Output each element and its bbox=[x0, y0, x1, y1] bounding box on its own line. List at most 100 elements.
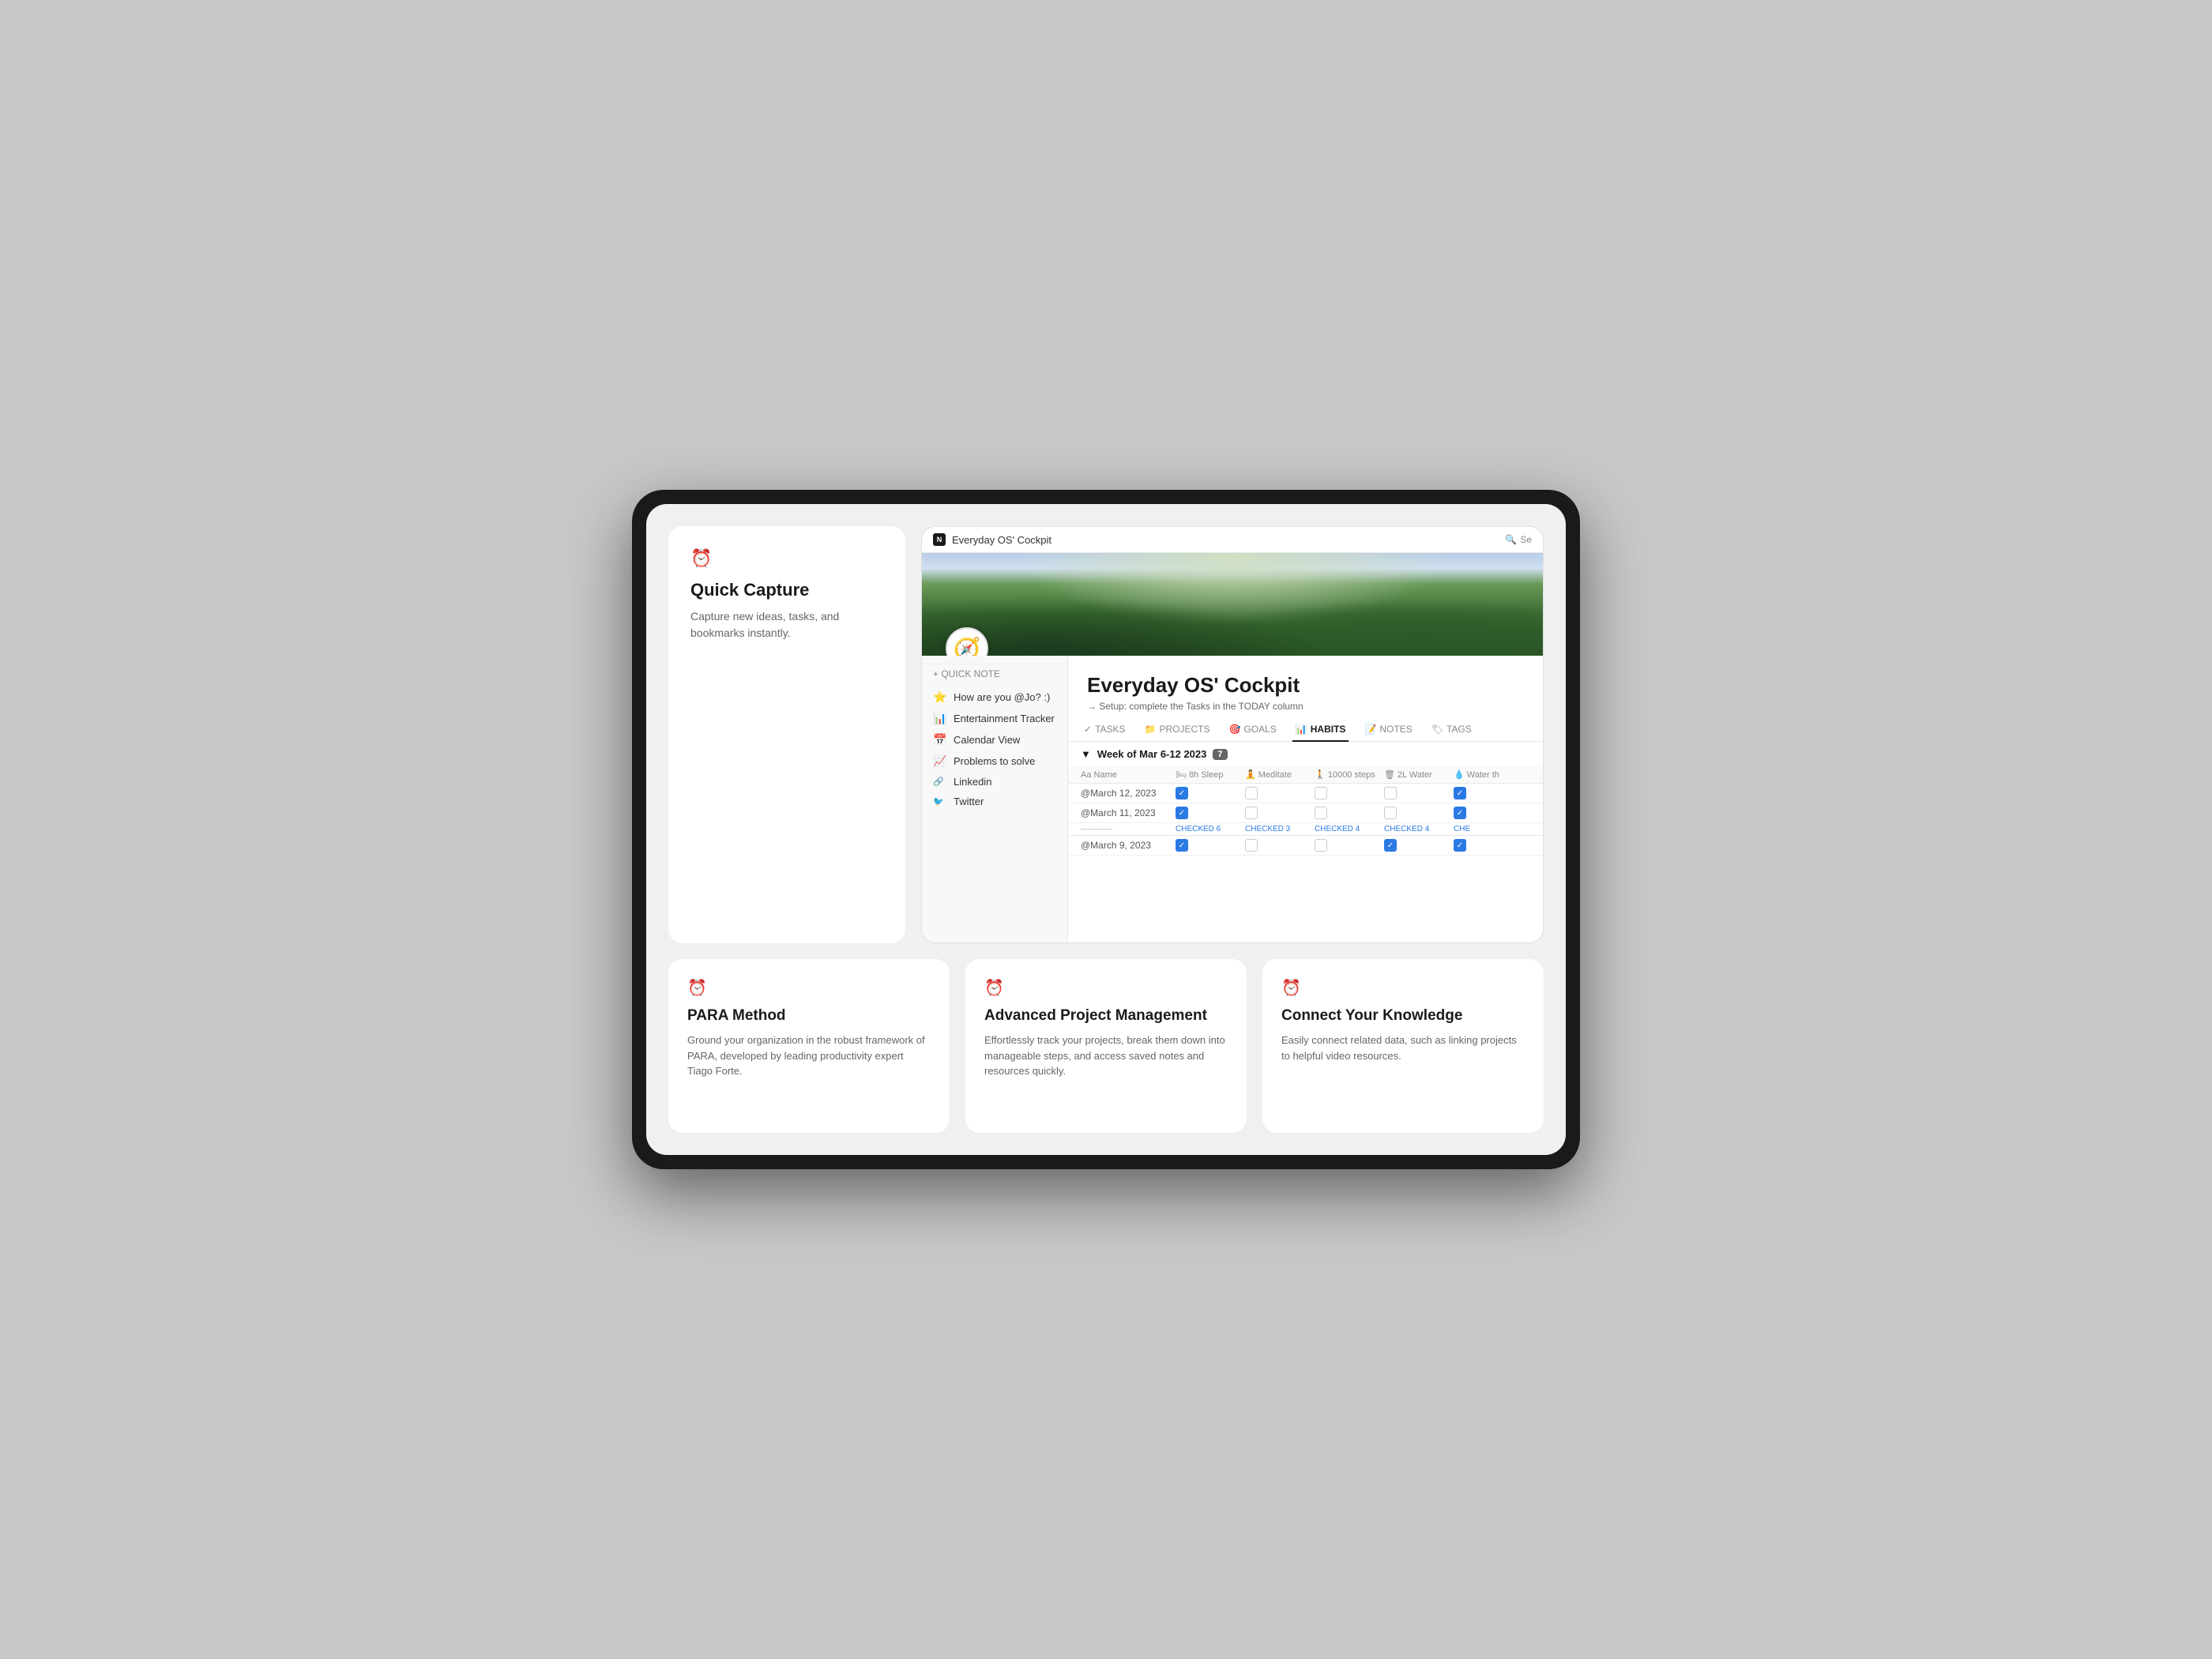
checkbox-empty-icon[interactable] bbox=[1245, 839, 1258, 852]
sidebar-item-problems-to-solve[interactable]: 📈 Problems to solve bbox=[922, 750, 1067, 772]
notion-content-area: + QUICK NOTE ⭐ How are you @Jo? :) 📊 Ent… bbox=[922, 656, 1543, 942]
col-header-water: 🗑 2L Water bbox=[1384, 769, 1454, 780]
col-header-name: Aa Name bbox=[1081, 770, 1176, 780]
meditate-cell[interactable] bbox=[1245, 839, 1315, 852]
sidebar-item-label: Twitter bbox=[954, 796, 984, 807]
checkbox-empty-icon[interactable] bbox=[1245, 807, 1258, 819]
notion-hero-image: 🧭 bbox=[922, 553, 1543, 656]
steps-cell[interactable] bbox=[1315, 839, 1384, 852]
checkbox-checked-icon[interactable]: ✓ bbox=[1176, 807, 1188, 819]
habits-chart-icon: 📊 bbox=[1296, 724, 1307, 735]
checked-summary-row: CHECKED 6 CHECKED 3 CHECKED 4 CHECKED 4 bbox=[1068, 823, 1543, 836]
checkbox-empty-icon[interactable] bbox=[1315, 787, 1327, 799]
steps-cell[interactable] bbox=[1315, 787, 1384, 799]
notion-panel: N Everyday OS' Cockpit 🔍 Se 🧭 bbox=[921, 526, 1544, 943]
checkbox-checked-icon[interactable]: ✓ bbox=[1176, 787, 1188, 799]
tab-habits[interactable]: 📊 HABITS bbox=[1292, 718, 1349, 742]
project-management-card: ⏰ Advanced Project Management Effortless… bbox=[965, 959, 1247, 1133]
sleep-cell[interactable]: ✓ bbox=[1176, 807, 1245, 819]
tab-tags[interactable]: 🏷 TAGS bbox=[1428, 718, 1475, 742]
notion-tabs: ✓ TASKS 📁 PROJECTS 🎯 GOALS bbox=[1068, 718, 1543, 742]
tab-notes[interactable]: 📝 NOTES bbox=[1361, 718, 1415, 742]
checkbox-empty-icon[interactable] bbox=[1315, 839, 1327, 852]
col-header-meditate: 🧘 Meditate bbox=[1245, 769, 1315, 780]
project-mgmt-title: Advanced Project Management bbox=[984, 1007, 1228, 1025]
connect-knowledge-desc: Easily connect related data, such as lin… bbox=[1281, 1033, 1525, 1063]
star-icon: ⭐ bbox=[933, 690, 947, 704]
checkbox-empty-icon[interactable] bbox=[1384, 787, 1397, 799]
water-cell[interactable]: ✓ bbox=[1384, 839, 1454, 852]
project-mgmt-desc: Effortlessly track your projects, break … bbox=[984, 1033, 1228, 1079]
col-header-sleep: 🛏 8h Sleep bbox=[1176, 769, 1245, 780]
quick-note-button[interactable]: + QUICK NOTE bbox=[922, 664, 1067, 683]
week-label: Week of Mar 6-12 2023 bbox=[1097, 748, 1207, 760]
meditate-cell[interactable] bbox=[1245, 807, 1315, 819]
sleep-cell[interactable]: ✓ bbox=[1176, 787, 1245, 799]
notion-header: N Everyday OS' Cockpit 🔍 Se bbox=[922, 527, 1543, 553]
notion-main-content: Everyday OS' Cockpit → Setup: complete t… bbox=[1068, 656, 1543, 942]
sidebar-item-linkedin[interactable]: 🔗 Linkedin bbox=[922, 772, 1067, 792]
quick-capture-desc: Capture new ideas, tasks, and bookmarks … bbox=[690, 608, 883, 641]
project-mgmt-icon: ⏰ bbox=[984, 978, 1228, 998]
table-row: @March 12, 2023 ✓ bbox=[1068, 784, 1543, 803]
checkbox-empty-icon[interactable] bbox=[1384, 807, 1397, 819]
table-header-row: Aa Name 🛏 8h Sleep 🧘 Meditate 🚶 10000 st… bbox=[1068, 766, 1543, 784]
empty-cell bbox=[1081, 827, 1176, 831]
checkbox-checked-icon[interactable]: ✓ bbox=[1176, 839, 1188, 852]
page-subtitle: → Setup: complete the Tasks in the TODAY… bbox=[1087, 701, 1524, 712]
steps-cell[interactable] bbox=[1315, 807, 1384, 819]
waterth-cell[interactable]: ✓ bbox=[1454, 787, 1523, 799]
sidebar-item-entertainment-tracker[interactable]: 📊 Entertainment Tracker bbox=[922, 708, 1067, 729]
water-cell[interactable] bbox=[1384, 807, 1454, 819]
waterth-cell[interactable]: ✓ bbox=[1454, 839, 1523, 852]
projects-folder-icon: 📁 bbox=[1145, 724, 1157, 735]
sidebar-item-label: Linkedin bbox=[954, 776, 991, 788]
sidebar-item-label: Problems to solve bbox=[954, 755, 1035, 767]
quick-capture-icon: ⏰ bbox=[690, 548, 883, 569]
connect-knowledge-card: ⏰ Connect Your Knowledge Easily connect … bbox=[1262, 959, 1544, 1133]
sleep-cell[interactable]: ✓ bbox=[1176, 839, 1245, 852]
notion-search[interactable]: 🔍 Se bbox=[1505, 534, 1532, 545]
checked-waterth-label: CHE bbox=[1454, 825, 1523, 833]
notion-sidebar: + QUICK NOTE ⭐ How are you @Jo? :) 📊 Ent… bbox=[922, 656, 1068, 942]
calendar-icon: 📅 bbox=[933, 733, 947, 747]
quick-capture-card: ⏰ Quick Capture Capture new ideas, tasks… bbox=[668, 526, 905, 943]
tab-tasks[interactable]: ✓ TASKS bbox=[1081, 718, 1129, 742]
para-desc: Ground your organization in the robust f… bbox=[687, 1033, 931, 1079]
col-header-waterth: 💧 Water th bbox=[1454, 769, 1523, 780]
twitter-icon: 🐦 bbox=[933, 796, 947, 807]
tab-projects[interactable]: 📁 PROJECTS bbox=[1142, 718, 1213, 742]
device-screen: ⏰ Quick Capture Capture new ideas, tasks… bbox=[646, 504, 1566, 1155]
trending-icon: 📈 bbox=[933, 754, 947, 768]
top-row: ⏰ Quick Capture Capture new ideas, tasks… bbox=[668, 526, 1544, 943]
checkbox-checked-icon[interactable]: ✓ bbox=[1454, 839, 1466, 852]
connect-knowledge-icon: ⏰ bbox=[1281, 978, 1525, 998]
goals-target-icon: 🎯 bbox=[1229, 724, 1241, 735]
sidebar-item-twitter[interactable]: 🐦 Twitter bbox=[922, 792, 1067, 811]
week-header: ▼ Week of Mar 6-12 2023 7 bbox=[1068, 742, 1543, 766]
quick-capture-title: Quick Capture bbox=[690, 580, 883, 600]
meditate-cell[interactable] bbox=[1245, 787, 1315, 799]
checkbox-checked-icon[interactable]: ✓ bbox=[1454, 807, 1466, 819]
checkbox-empty-icon[interactable] bbox=[1245, 787, 1258, 799]
table-row: @March 11, 2023 ✓ bbox=[1068, 803, 1543, 823]
tab-goals[interactable]: 🎯 GOALS bbox=[1226, 718, 1280, 742]
water-cell[interactable] bbox=[1384, 787, 1454, 799]
sidebar-item-how-are-you[interactable]: ⭐ How are you @Jo? :) bbox=[922, 687, 1067, 708]
para-method-card: ⏰ PARA Method Ground your organization i… bbox=[668, 959, 950, 1133]
checkbox-empty-icon[interactable] bbox=[1315, 807, 1327, 819]
week-count-badge: 7 bbox=[1213, 749, 1227, 760]
waterth-cell[interactable]: ✓ bbox=[1454, 807, 1523, 819]
date-cell: @March 9, 2023 bbox=[1081, 840, 1176, 851]
compass-icon: 🧭 bbox=[946, 627, 988, 656]
sidebar-item-label: Calendar View bbox=[954, 734, 1020, 746]
notion-logo-icon: N bbox=[933, 533, 946, 546]
checkbox-checked-icon[interactable]: ✓ bbox=[1384, 839, 1397, 852]
checked-steps-label: CHECKED 4 bbox=[1315, 825, 1384, 833]
para-icon: ⏰ bbox=[687, 978, 931, 998]
linkedin-icon: 🔗 bbox=[933, 777, 947, 787]
sidebar-item-calendar-view[interactable]: 📅 Calendar View bbox=[922, 729, 1067, 750]
notion-page-breadcrumb: Everyday OS' Cockpit bbox=[952, 534, 1051, 546]
date-cell: @March 12, 2023 bbox=[1081, 788, 1176, 799]
checkbox-checked-icon[interactable]: ✓ bbox=[1454, 787, 1466, 799]
